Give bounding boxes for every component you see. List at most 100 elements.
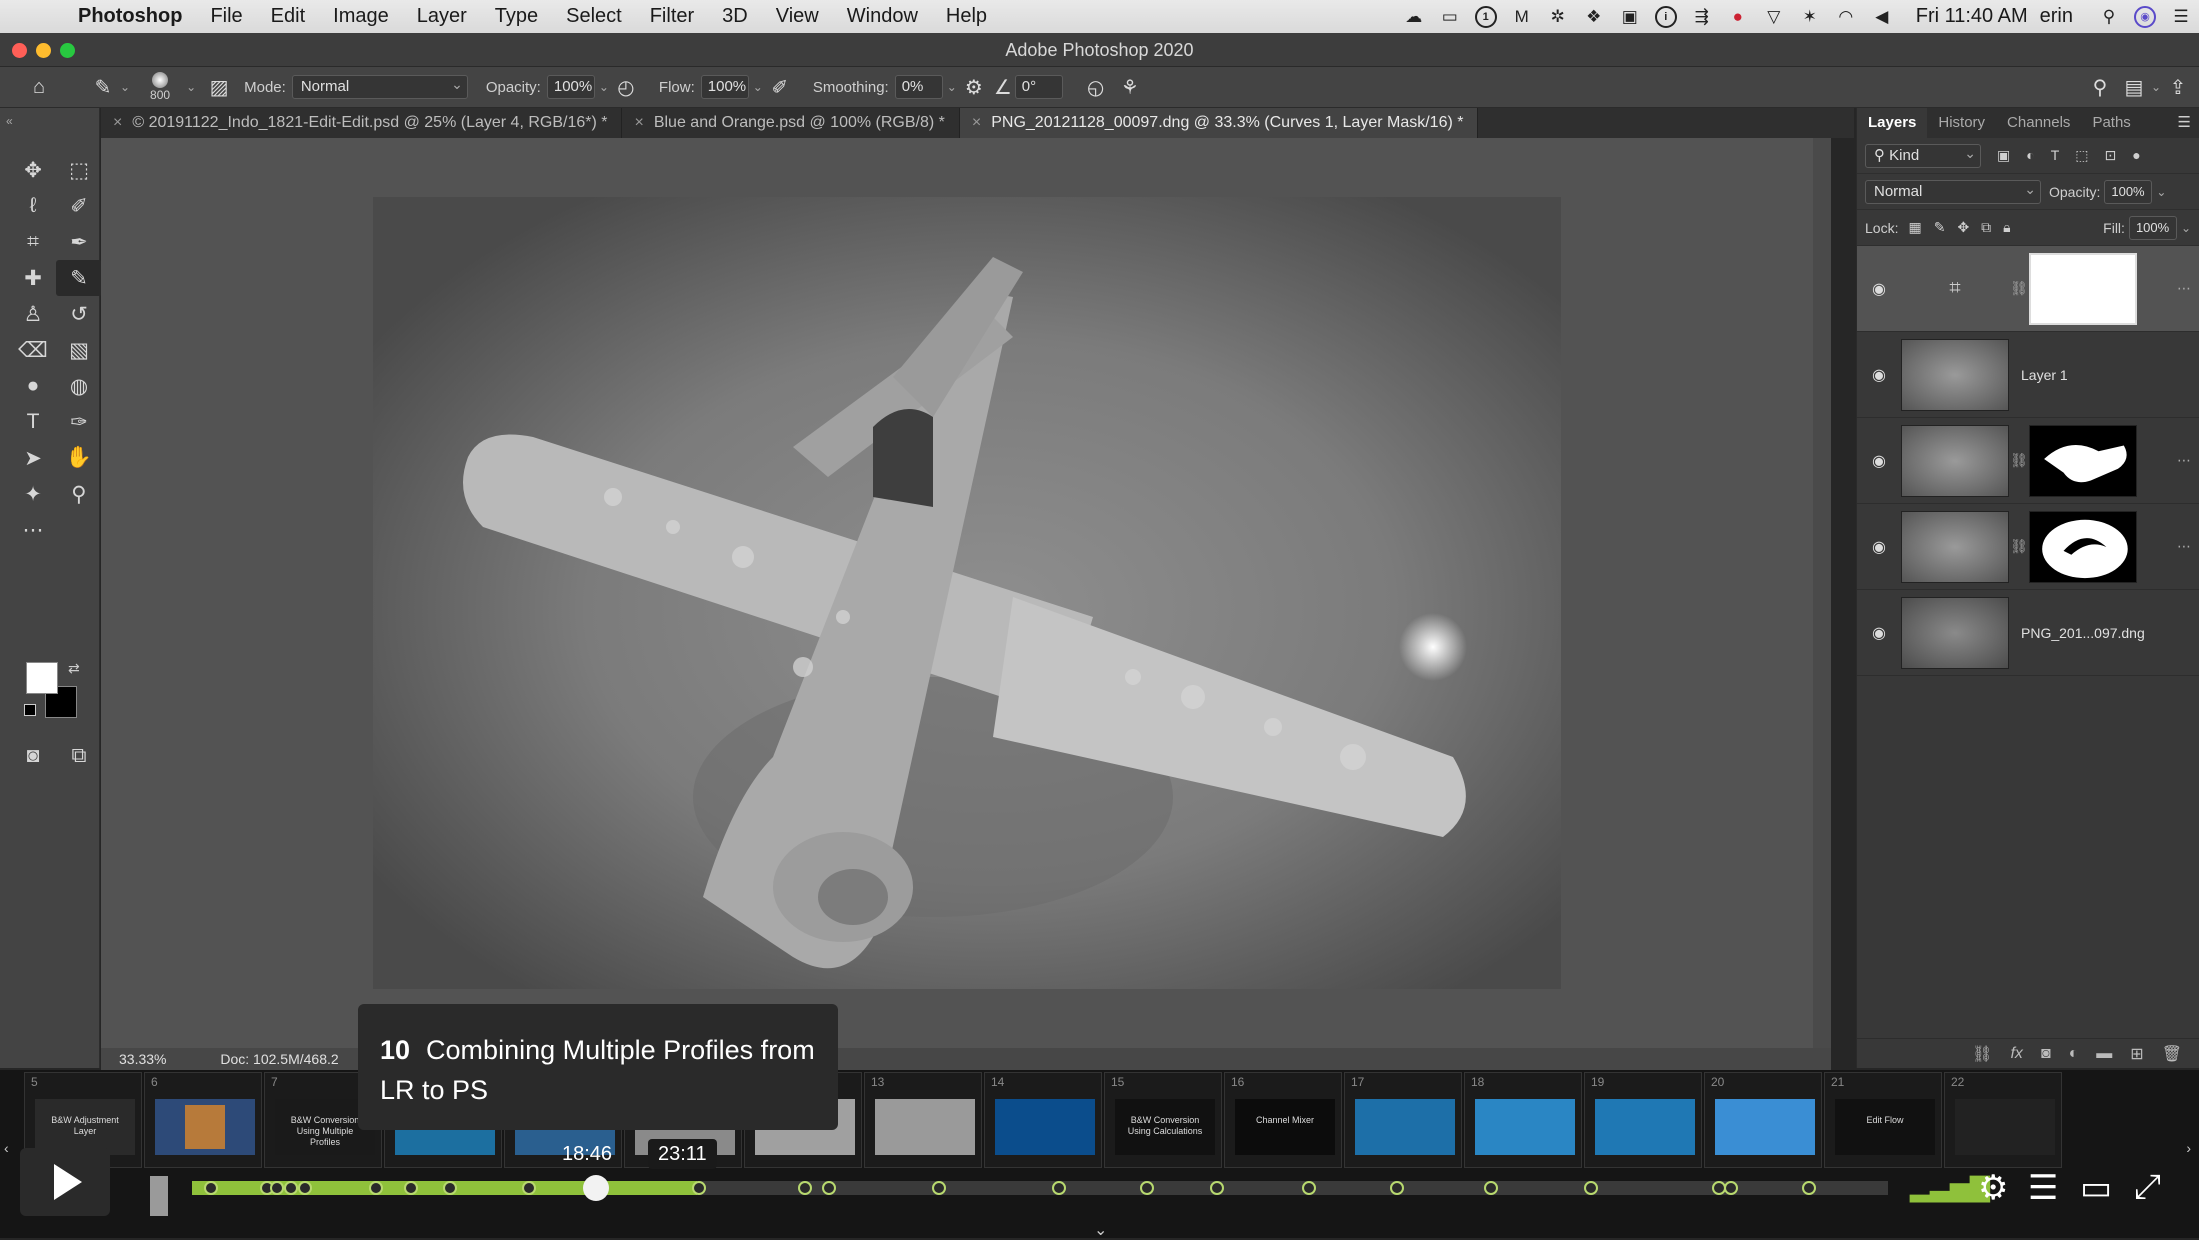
brush-settings-icon[interactable]: ▨ bbox=[202, 72, 236, 102]
tab-blue-orange-psd[interactable]: × Blue and Orange.psd @ 100% (RGB/8) * bbox=[622, 108, 960, 138]
chapter-thumbnail[interactable]: 20 bbox=[1704, 1072, 1822, 1168]
document-image-plane-wreck[interactable] bbox=[373, 197, 1561, 989]
new-layer-icon[interactable]: ⊞ bbox=[2130, 1044, 2143, 1064]
healing-brush-tool-icon[interactable]: ✚ bbox=[10, 260, 56, 296]
arrows-icon[interactable]: ⇶ bbox=[1691, 6, 1713, 28]
blend-mode-select[interactable]: Normal bbox=[1865, 178, 2041, 204]
bluetooth-icon[interactable]: ✶ bbox=[1799, 6, 1821, 28]
eyedropper-tool-icon[interactable]: ✒ bbox=[56, 224, 102, 260]
swap-colors-icon[interactable]: ⇄ bbox=[68, 660, 80, 677]
dropbox-icon[interactable]: ❖ bbox=[1583, 6, 1605, 28]
chapter-marker[interactable] bbox=[932, 1181, 946, 1195]
workspace-dropdown-icon[interactable]: ⌄ bbox=[2151, 80, 2161, 94]
delete-layer-icon[interactable]: 🗑︎ bbox=[2162, 1044, 2182, 1064]
mode-select[interactable]: Normal bbox=[291, 73, 468, 99]
layer-mask-thumbnail[interactable] bbox=[2029, 252, 2137, 325]
filter-toggle-icon[interactable]: ● bbox=[2132, 147, 2140, 164]
workspace-icon[interactable]: ▤ bbox=[2117, 72, 2151, 102]
visibility-eye-icon[interactable]: ◉ bbox=[1857, 451, 1901, 471]
layer-more-icon[interactable]: ⋯ bbox=[2177, 538, 2191, 555]
new-group-icon[interactable]: ▬ bbox=[2096, 1045, 2112, 1063]
chapter-marker[interactable] bbox=[1210, 1181, 1224, 1195]
symmetry-butterfly-icon[interactable]: ⚘ bbox=[1113, 72, 1147, 102]
volume-icon[interactable]: ◀ bbox=[1871, 6, 1893, 28]
add-mask-icon[interactable]: ◙ bbox=[2041, 1045, 2051, 1063]
layer-mask-thumbnail[interactable] bbox=[2029, 424, 2137, 497]
strip-scroll-right-icon[interactable]: › bbox=[2186, 1140, 2191, 1156]
hand-tool-icon[interactable]: ✋ bbox=[56, 440, 102, 476]
kind-filter-select[interactable]: ⚲ Kind bbox=[1865, 142, 1981, 168]
chapter-thumbnail[interactable]: 16 Channel Mixer bbox=[1224, 1072, 1342, 1168]
chapters-list-icon[interactable]: ☰ bbox=[2028, 1168, 2058, 1208]
chapter-marker[interactable] bbox=[1390, 1181, 1404, 1195]
smoothing-gear-icon[interactable]: ⚙ bbox=[957, 72, 991, 102]
layer-thumbnail[interactable] bbox=[1901, 596, 2009, 669]
canvas-scrollbar[interactable] bbox=[1813, 138, 1831, 1048]
layer-thumbnail[interactable] bbox=[1901, 424, 2009, 497]
menu-app-name[interactable]: Photoshop bbox=[78, 5, 182, 28]
chapter-marker[interactable] bbox=[443, 1181, 457, 1195]
siri-icon[interactable]: ◉ bbox=[2134, 5, 2156, 28]
malwarebytes-icon[interactable]: M bbox=[1511, 6, 1533, 28]
lasso-tool-icon[interactable]: ℓ bbox=[10, 188, 56, 224]
chapter-marker[interactable] bbox=[284, 1181, 298, 1195]
close-tab-icon[interactable]: × bbox=[634, 114, 643, 131]
chapter-marker[interactable] bbox=[204, 1181, 218, 1195]
new-adjustment-icon[interactable]: ◐ bbox=[2069, 1045, 2079, 1063]
visibility-eye-icon[interactable]: ◉ bbox=[1857, 279, 1901, 299]
lock-position-icon[interactable]: ✥ bbox=[1957, 219, 1969, 236]
filter-shape-icon[interactable]: ⬚ bbox=[2075, 147, 2088, 164]
menu-layer[interactable]: Layer bbox=[417, 5, 467, 28]
filter-smart-object-icon[interactable]: ⊡ bbox=[2105, 147, 2117, 164]
filter-adjustment-icon[interactable]: ◐ bbox=[2026, 147, 2034, 164]
backup-icon[interactable]: ▣ bbox=[1619, 6, 1641, 28]
type-tool-icon[interactable]: T bbox=[10, 404, 56, 440]
home-icon[interactable]: ⌂ bbox=[22, 72, 56, 102]
close-tab-icon[interactable]: × bbox=[972, 114, 981, 131]
close-tab-icon[interactable]: × bbox=[113, 114, 122, 131]
eraser-tool-icon[interactable]: ⌫ bbox=[10, 332, 56, 368]
pen-tool-icon[interactable]: ✑ bbox=[56, 404, 102, 440]
chapter-marker[interactable] bbox=[1484, 1181, 1498, 1195]
angle-field[interactable]: 0° bbox=[1014, 75, 1063, 99]
quick-selection-tool-icon[interactable]: ✐ bbox=[56, 188, 102, 224]
fill-field[interactable]: 100% bbox=[2128, 215, 2177, 240]
lock-image-icon[interactable]: ✎ bbox=[1934, 219, 1946, 236]
tab-history[interactable]: History bbox=[1927, 108, 1996, 138]
menu-window[interactable]: Window bbox=[847, 5, 918, 28]
visibility-eye-icon[interactable]: ◉ bbox=[1857, 365, 1901, 385]
flow-dropdown-icon[interactable]: ⌄ bbox=[753, 80, 763, 94]
lock-transparent-icon[interactable]: ▦ bbox=[1908, 219, 1921, 236]
progress-handle-left[interactable] bbox=[150, 1176, 168, 1216]
default-colors-icon[interactable] bbox=[24, 704, 36, 716]
chapter-marker[interactable] bbox=[1584, 1181, 1598, 1195]
info-icon[interactable]: i bbox=[1654, 5, 1677, 28]
chapter-marker[interactable] bbox=[522, 1181, 536, 1195]
blur-tool-icon[interactable]: ● bbox=[10, 368, 56, 404]
chapter-marker[interactable] bbox=[369, 1181, 383, 1195]
airplay-cast-icon[interactable]: ▭ bbox=[2080, 1168, 2112, 1208]
brush-tool-preset-icon[interactable]: ✎ bbox=[86, 72, 120, 102]
tab-layers[interactable]: Layers bbox=[1857, 108, 1928, 138]
notification-center-icon[interactable]: ☰ bbox=[2170, 6, 2192, 28]
tab-png-dng[interactable]: × PNG_20121128_00097.dng @ 33.3% (Curves … bbox=[959, 108, 1479, 138]
path-selection-tool-icon[interactable]: ➤ bbox=[10, 440, 56, 476]
flow-field[interactable]: 100% bbox=[700, 75, 749, 99]
doc-size[interactable]: Doc: 102.5M/468.2 bbox=[220, 1051, 338, 1067]
layer-more-icon[interactable]: ⋯ bbox=[2177, 452, 2191, 469]
menu-help[interactable]: Help bbox=[946, 5, 987, 28]
menu-3d[interactable]: 3D bbox=[722, 5, 748, 28]
layer-thumbnail[interactable] bbox=[1901, 338, 2009, 411]
user-name[interactable]: erin bbox=[2040, 5, 2073, 28]
chapter-marker[interactable] bbox=[1052, 1181, 1066, 1195]
menu-view[interactable]: View bbox=[776, 5, 819, 28]
record-icon[interactable]: ● bbox=[1727, 6, 1749, 28]
chapter-marker[interactable] bbox=[822, 1181, 836, 1195]
shape-tool-icon[interactable]: ✦ bbox=[10, 476, 56, 512]
chapter-marker[interactable] bbox=[1724, 1181, 1738, 1195]
layer-row-masked-1[interactable]: ◉ ⛓ ⋯ bbox=[1857, 418, 2199, 504]
clone-stamp-tool-icon[interactable]: ♙ bbox=[10, 296, 56, 332]
layer-opacity-dropdown-icon[interactable]: ⌄ bbox=[2156, 185, 2166, 199]
chapter-marker[interactable] bbox=[798, 1181, 812, 1195]
share-icon[interactable]: ⇪ bbox=[2161, 72, 2195, 102]
